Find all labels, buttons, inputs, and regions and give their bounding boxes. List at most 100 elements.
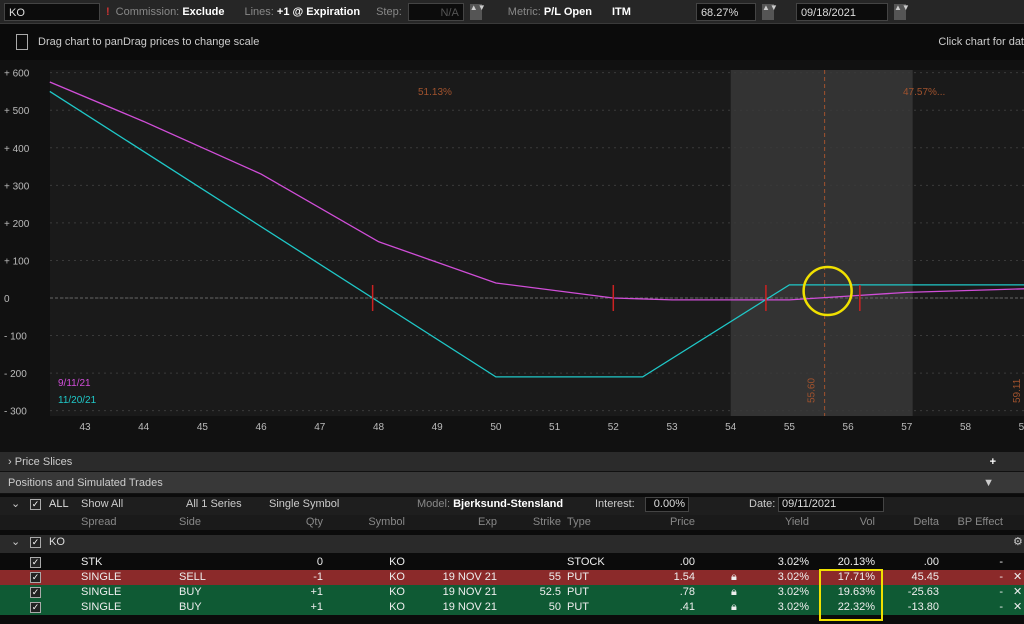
y-tick-label: + 400: [4, 144, 30, 155]
x-tick-label: 43: [79, 422, 91, 433]
cell-spread: SINGLE: [81, 601, 122, 613]
cell-type[interactable]: PUT: [564, 570, 630, 585]
cell-exp: [410, 555, 500, 570]
x-tick-label: 48: [373, 422, 385, 433]
cell-exp[interactable]: 19 NOV 21: [410, 600, 500, 615]
probability-range: [730, 70, 913, 416]
x-tick-label: 53: [666, 422, 678, 433]
x-tick-label: 50: [490, 422, 502, 433]
cell-qty[interactable]: +1: [236, 585, 326, 600]
step-spinner[interactable]: ▲▼: [469, 3, 486, 20]
cell-exp[interactable]: 19 NOV 21: [410, 570, 500, 585]
cell-qty[interactable]: -1: [236, 570, 326, 585]
cell-qty: 0: [316, 556, 323, 568]
row-checkbox[interactable]: ✓: [30, 572, 41, 583]
row-checkbox[interactable]: ✓: [30, 557, 41, 568]
column-header-strike[interactable]: Strike: [502, 515, 564, 530]
x-tick-label: 51: [549, 422, 561, 433]
x-tick-label: 56: [843, 422, 855, 433]
cell-delta: .00: [923, 556, 939, 568]
column-header-vol[interactable]: Vol: [816, 515, 878, 530]
risk-profile-chart[interactable]: + 600 + 500 + 400 + 300 + 200 + 100 0 - 100 - 20…: [0, 60, 1024, 452]
sim-date-input[interactable]: 09/11/2021: [778, 497, 884, 512]
price-slices-section[interactable]: › Price Slices +: [0, 452, 1024, 472]
cell-strike[interactable]: 52.5: [502, 585, 564, 600]
cell-delta: 45.45: [911, 571, 939, 583]
collapse-icon[interactable]: ▼: [983, 477, 994, 489]
legend-11/20/21: 11/20/21: [58, 395, 97, 406]
positions-section[interactable]: Positions and Simulated Trades ▼: [0, 472, 1024, 494]
probability-input[interactable]: 68.27%: [695, 2, 756, 21]
cell-type[interactable]: PUT: [564, 600, 630, 615]
column-header-symbol[interactable]: Symbol: [326, 515, 408, 530]
metric-value: P/L Open: [543, 5, 592, 18]
lock-icon[interactable]: 🔒︎: [728, 600, 740, 615]
cell-price[interactable]: 1.54: [630, 570, 698, 585]
all-label: ALL: [49, 498, 69, 510]
model-select[interactable]: Model: Bjerksund-Stensland: [414, 497, 566, 512]
interest-input[interactable]: 0.00%: [645, 497, 689, 512]
alert-icon: !: [106, 5, 110, 18]
date-input[interactable]: 09/18/2021: [795, 2, 888, 21]
symbol-mode-select[interactable]: Single Symbol: [266, 497, 342, 512]
add-icon[interactable]: +: [990, 456, 996, 468]
hint-left: Drag chart to panDrag prices to change s…: [38, 36, 260, 48]
row-checkbox[interactable]: ✓: [30, 602, 41, 613]
cell-bp: -: [999, 571, 1003, 583]
cell-side[interactable]: SELL: [176, 570, 236, 585]
cell-type[interactable]: PUT: [564, 585, 630, 600]
symbol-input[interactable]: KO: [4, 2, 100, 21]
probability-spinner[interactable]: ▲▼: [761, 3, 778, 20]
column-header-bp[interactable]: BP Effect: [946, 515, 1006, 530]
cell-price[interactable]: .41: [630, 600, 698, 615]
step-input[interactable]: N/A: [407, 2, 464, 21]
chart-hint-bar: Drag chart to panDrag prices to change s…: [0, 30, 1024, 54]
chart-svg[interactable]: + 600 + 500 + 400 + 300 + 200 + 100 0 - 100 - 20…: [0, 60, 1024, 452]
series-select[interactable]: All 1 Series: [183, 497, 245, 512]
remove-icon[interactable]: ✕: [1010, 600, 1024, 615]
column-header-exp[interactable]: Exp: [410, 515, 500, 530]
chevron-down-icon[interactable]: ⌄: [8, 535, 23, 550]
lock-icon[interactable]: 🔒︎: [728, 585, 740, 600]
model-label: Model:: [417, 498, 451, 510]
cell-strike[interactable]: 55: [502, 570, 564, 585]
cell-qty[interactable]: +1: [236, 600, 326, 615]
metric-select[interactable]: Metric: P/L Open: [508, 6, 592, 18]
column-header-spread[interactable]: Spread: [78, 515, 176, 530]
remove-icon[interactable]: ✕: [1010, 585, 1024, 600]
show-select[interactable]: Show All: [78, 497, 126, 512]
column-header-qty[interactable]: Qty: [236, 515, 326, 530]
column-header-price[interactable]: Price: [630, 515, 698, 530]
itm-select[interactable]: ITM: [612, 6, 682, 18]
column-header-type[interactable]: Type: [564, 515, 630, 530]
cell-exp[interactable]: 19 NOV 21: [410, 585, 500, 600]
x-tick-label: 59: [1019, 422, 1024, 433]
column-header-delta[interactable]: Delta: [882, 515, 942, 530]
y-tick-label: + 200: [4, 219, 30, 230]
row-checkbox[interactable]: ✓: [30, 587, 41, 598]
cell-price[interactable]: .78: [630, 585, 698, 600]
lock-icon[interactable]: 🔒︎: [728, 570, 740, 585]
hint-right: Click chart for dat: [938, 36, 1024, 48]
column-header-side[interactable]: Side: [176, 515, 236, 530]
cell-side[interactable]: BUY: [176, 600, 236, 615]
y-tick-label: + 500: [4, 106, 30, 117]
metric-label: Metric:: [507, 5, 541, 18]
cell-side[interactable]: BUY: [176, 585, 236, 600]
chevron-down-icon[interactable]: ⌄: [8, 497, 23, 512]
position-row[interactable]: ✓ STK 0 KO STOCK .00 3.02% 20.13% .00 -: [0, 555, 1024, 570]
commission-select[interactable]: Commission: Exclude: [116, 6, 225, 18]
lines-select[interactable]: Lines: +1 @ Expiration: [245, 6, 361, 18]
remove-icon[interactable]: ✕: [1010, 570, 1024, 585]
all-checkbox[interactable]: ✓: [30, 499, 41, 510]
group-checkbox[interactable]: ✓: [30, 537, 41, 548]
group-row[interactable]: ⌄ ✓ KO ⚙: [0, 535, 1024, 553]
cell-strike: [502, 555, 564, 570]
gear-icon[interactable]: ⚙: [1010, 535, 1024, 550]
column-header-yield[interactable]: Yield: [750, 515, 812, 530]
x-tick-label: 45: [197, 422, 209, 433]
chart-icon: [16, 34, 28, 50]
cell-strike[interactable]: 50: [502, 600, 564, 615]
date-spinner[interactable]: ▲▼: [893, 3, 910, 20]
vol-highlight-box: [819, 569, 883, 621]
